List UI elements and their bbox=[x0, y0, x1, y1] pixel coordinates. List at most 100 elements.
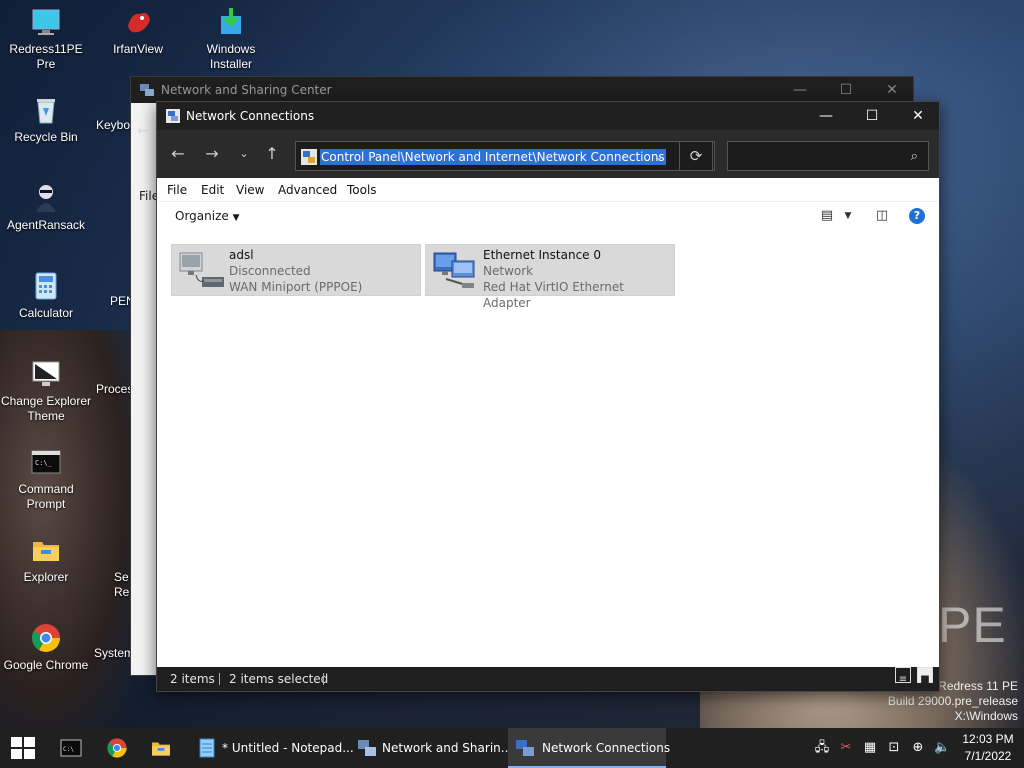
connection-tile-adsl[interactable]: adsl Disconnected WAN Miniport (PPPOE) bbox=[171, 244, 421, 296]
control-panel-icon bbox=[301, 149, 317, 165]
folder-icon bbox=[152, 742, 170, 756]
taskbar-app-label: Network Connections bbox=[542, 741, 671, 755]
taskbar-network-connections[interactable]: Network Connections bbox=[508, 728, 670, 768]
desktop-icon-change-explorer-theme[interactable]: Change Explorer Theme bbox=[0, 358, 92, 424]
organize-label: Organize bbox=[175, 209, 229, 223]
tools-tray-icon[interactable]: ✂ bbox=[838, 740, 854, 756]
organize-button[interactable]: Organize ▼ bbox=[175, 202, 240, 232]
items-count: 2 items bbox=[170, 672, 215, 686]
taskbar-cmd[interactable]: C:\ bbox=[54, 728, 92, 768]
desktop-icon-label: IrfanView bbox=[113, 42, 163, 56]
taskbar-app-label: * Untitled - Notepad... bbox=[222, 741, 354, 755]
recent-locations-chevron-icon[interactable]: ⌄ bbox=[231, 142, 257, 166]
menu-bar: File Edit View Advanced Tools bbox=[157, 178, 939, 202]
desktop-icon-label: AgentRansack bbox=[6, 218, 86, 232]
view-options-chevron-icon[interactable]: ▼ bbox=[841, 207, 855, 225]
window-body: ← File bbox=[131, 103, 159, 675]
chevron-down-icon: ▼ bbox=[232, 213, 240, 223]
maximize-button[interactable]: ☐ bbox=[849, 102, 895, 130]
desktop-icon-calculator[interactable]: Calculator bbox=[0, 270, 92, 321]
details-view-icon[interactable]: ≡ bbox=[895, 667, 911, 685]
minimize-button[interactable]: — bbox=[803, 102, 849, 130]
connection-device: WAN Miniport (PPPOE) bbox=[229, 280, 363, 294]
cmd-icon: C:\_ bbox=[31, 450, 61, 474]
globe-network-icon[interactable]: ⊕ bbox=[910, 740, 926, 756]
start-windows-icon[interactable] bbox=[10, 736, 36, 760]
desktop-icon-label: Proces bbox=[96, 382, 134, 396]
forward-arrow-icon[interactable]: → bbox=[199, 142, 225, 166]
ethernet-connection-icon bbox=[433, 252, 475, 288]
windows-installer-icon bbox=[221, 8, 241, 34]
desktop-icon-explorer[interactable]: Explorer bbox=[0, 534, 92, 585]
minimize-button[interactable]: — bbox=[777, 77, 823, 103]
usb-tray-icon[interactable]: ⊡ bbox=[886, 740, 902, 756]
connection-status: Disconnected bbox=[229, 264, 311, 278]
recycle-bin-icon bbox=[37, 99, 55, 124]
folder-icon bbox=[33, 542, 59, 561]
desktop-icon-windows-installer[interactable]: Windows Installer bbox=[185, 6, 277, 72]
menu-advanced[interactable]: Advanced bbox=[278, 178, 337, 202]
help-icon[interactable]: ? bbox=[909, 208, 925, 224]
desktop-icon-label: Keybo bbox=[96, 118, 131, 132]
taskbar-chrome[interactable] bbox=[100, 728, 138, 768]
large-icons-view-icon[interactable]: ■ bbox=[917, 667, 933, 685]
search-icon: ⌕ bbox=[910, 149, 918, 164]
dialup-connection-icon bbox=[179, 252, 224, 287]
status-separator bbox=[219, 673, 220, 685]
desktop-icon-google-chrome[interactable]: Google Chrome bbox=[0, 622, 92, 673]
back-arrow-icon[interactable]: ← bbox=[165, 142, 191, 166]
desktop-icon-redress11pe[interactable]: Redress11PE Pre bbox=[0, 6, 92, 72]
network-adapter-tray-icon[interactable]: 🖧 bbox=[814, 740, 830, 756]
volume-muted-icon[interactable]: 🔈 bbox=[934, 740, 950, 756]
search-input[interactable]: ⌕ bbox=[727, 141, 929, 171]
desktop-icon-label: Command Prompt bbox=[18, 482, 74, 511]
desktop-icon-recycle-bin[interactable]: Recycle Bin bbox=[0, 94, 92, 145]
change-view-icon[interactable]: ▤ bbox=[819, 207, 835, 225]
desktop-icon-command-prompt[interactable]: C:\_ Command Prompt bbox=[0, 446, 92, 512]
taskbar-network-sharing[interactable]: Network and Sharin... bbox=[350, 728, 512, 768]
window-title-bar[interactable]: Network Connections — ☐ ✕ bbox=[157, 102, 939, 130]
color-tray-icon[interactable]: ▦ bbox=[862, 740, 878, 756]
taskbar-app-label: Network and Sharin... bbox=[382, 741, 513, 755]
taskbar: C:\ * Untitled - Notepad... Network and … bbox=[0, 728, 1024, 768]
command-bar: Organize ▼ ▤ ▼ ◫ ? bbox=[157, 202, 939, 230]
window-title-bar[interactable]: Network and Sharing Center — ☐ ✕ bbox=[131, 77, 913, 103]
window-title: Network Connections bbox=[186, 109, 315, 123]
network-sharing-icon bbox=[358, 740, 376, 756]
clock-time: 12:03 PM bbox=[962, 732, 1014, 746]
clock-date: 7/1/2022 bbox=[964, 749, 1012, 763]
desktop-icon-label: Change Explorer Theme bbox=[0, 394, 92, 423]
taskbar-notepad[interactable]: * Untitled - Notepad... bbox=[190, 728, 354, 768]
back-arrow-icon[interactable]: ← bbox=[137, 123, 149, 139]
address-dropdown-chevron-icon[interactable]: ⌄ bbox=[645, 141, 673, 171]
agentransack-icon bbox=[36, 185, 56, 212]
irfanview-icon bbox=[128, 12, 150, 33]
menu-view[interactable]: View bbox=[236, 178, 264, 202]
menu-edit[interactable]: Edit bbox=[201, 178, 224, 202]
taskbar-explorer[interactable] bbox=[144, 728, 182, 768]
network-connections-window[interactable]: Network Connections — ☐ ✕ ← → ⌄ ↑ Contro… bbox=[156, 101, 940, 692]
desktop-icon-label: Redress11PE Pre bbox=[9, 42, 83, 71]
menu-file[interactable]: File bbox=[167, 178, 187, 202]
preview-pane-icon[interactable]: ◫ bbox=[873, 207, 891, 225]
wallpaper-brand-mark: PE bbox=[938, 597, 1007, 653]
monitor-icon bbox=[32, 9, 60, 35]
address-path-text[interactable]: Control Panel\Network and Internet\Netwo… bbox=[320, 149, 666, 165]
connection-tile-ethernet[interactable]: Ethernet Instance 0 Network Red Hat Virt… bbox=[425, 244, 675, 310]
desktop-icon-irfanview[interactable]: IrfanView bbox=[92, 6, 184, 57]
close-button[interactable]: ✕ bbox=[895, 102, 941, 130]
refresh-button[interactable]: ⟳ bbox=[679, 141, 713, 171]
maximize-button[interactable]: ☐ bbox=[823, 77, 869, 103]
menu-tools[interactable]: Tools bbox=[347, 178, 377, 202]
calculator-icon bbox=[35, 272, 57, 300]
system-clock[interactable]: 12:03 PM 7/1/2022 bbox=[960, 731, 1016, 765]
connection-status: Network bbox=[483, 264, 534, 278]
close-button[interactable]: ✕ bbox=[869, 77, 915, 103]
network-connections-icon bbox=[516, 740, 534, 756]
connection-name: Ethernet Instance 0 bbox=[483, 248, 601, 262]
cmd-icon: C:\ bbox=[60, 739, 82, 757]
desktop-icon-label: Windows Installer bbox=[206, 42, 256, 71]
desktop-icon-agentransack[interactable]: AgentRansack bbox=[0, 182, 92, 233]
watermark-line-2: Build 29000.pre_release bbox=[887, 694, 1018, 708]
up-arrow-icon[interactable]: ↑ bbox=[259, 142, 285, 166]
